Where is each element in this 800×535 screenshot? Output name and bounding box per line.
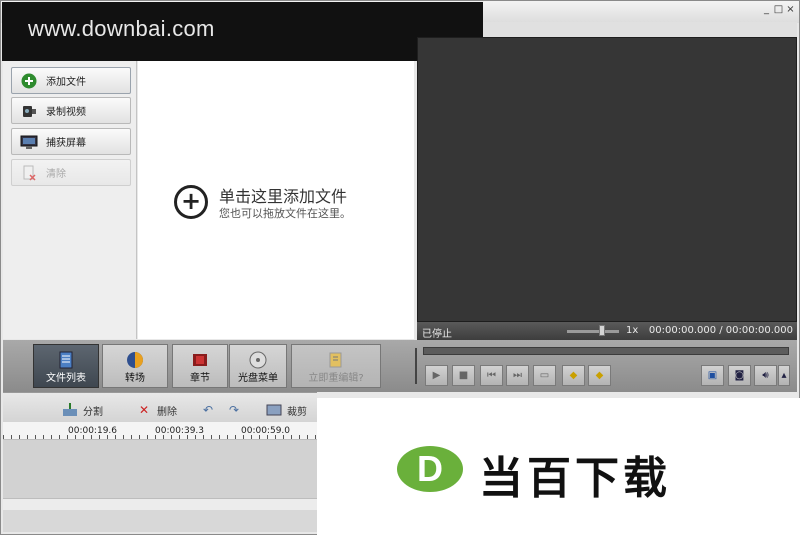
maximize-button[interactable]: □ <box>773 4 784 15</box>
plus-circle-icon <box>20 72 38 90</box>
sidebar: 添加文件 录制视频 捕获屏幕 清除 <box>3 61 137 339</box>
timeline-footer <box>3 510 317 532</box>
timeline-track[interactable] <box>3 440 317 498</box>
play-button[interactable]: ▶ <box>425 365 448 386</box>
mark-out-button[interactable]: ◆ <box>588 365 611 386</box>
fit-icon: ▣ <box>707 370 718 381</box>
clear-file-icon <box>20 164 38 182</box>
speed-value: 1x <box>626 325 639 336</box>
watermark-text: www.downbai.com <box>28 16 215 41</box>
capture-screen-button[interactable]: 捕获屏幕 <box>11 128 131 155</box>
crop-button[interactable]: 裁剪 <box>265 401 307 419</box>
speed-slider-handle[interactable] <box>599 325 605 336</box>
add-file-label: 添加文件 <box>46 77 86 88</box>
file-list-label: 文件列表 <box>46 373 86 384</box>
file-list-tab[interactable]: 文件列表 <box>33 344 99 388</box>
redo-icon: ↷ <box>228 403 240 417</box>
record-video-button[interactable]: 录制视频 <box>11 97 131 124</box>
mark-out-icon: ◆ <box>595 370 604 381</box>
stop-icon: ■ <box>458 370 469 381</box>
transition-tab[interactable]: 转场 <box>102 344 168 388</box>
split-label: 分割 <box>83 406 103 418</box>
drop-hint-subtitle: 您也可以拖放文件在这里。 <box>219 207 351 220</box>
re-edit-button[interactable]: 立即重编辑? <box>291 344 381 388</box>
transition-icon <box>126 351 144 369</box>
site-logo-watermark: D 当百下载 <box>317 398 800 535</box>
camcorder-icon <box>20 102 38 120</box>
snapshot-icon: ◙ <box>734 370 745 381</box>
clear-label: 清除 <box>46 169 66 180</box>
chapter-label: 章节 <box>190 373 210 384</box>
minimize-button[interactable]: _ <box>761 4 772 15</box>
transition-label: 转场 <box>125 373 145 384</box>
main-toolbar: 文件列表 转场 章节 光盘菜单 立即重编辑? <box>3 340 415 392</box>
undo-button[interactable]: ↶ <box>199 401 217 419</box>
drop-hint-title[interactable]: 单击这里添加文件 <box>219 183 347 207</box>
next-icon: ⏭ <box>513 370 522 381</box>
file-drop-area[interactable]: + 单击这里添加文件 您也可以拖放文件在这里。 <box>138 61 414 339</box>
volume-icon: 🔊︎ <box>762 370 769 381</box>
stop-button[interactable]: ■ <box>452 365 475 386</box>
re-edit-label: 立即重编辑? <box>308 373 364 384</box>
watermark-banner: www.downbai.com <box>2 2 483 61</box>
timeline-scrollbar[interactable] <box>3 498 317 510</box>
disc-menu-icon <box>249 351 267 369</box>
video-preview <box>417 37 797 322</box>
mark-in-icon: ◆ <box>569 370 578 381</box>
record-video-label: 录制视频 <box>46 107 86 118</box>
volume-button[interactable]: 🔊︎ <box>754 365 777 386</box>
disc-menu-label: 光盘菜单 <box>238 373 278 384</box>
ruler-ticks <box>3 435 317 439</box>
clip-icon: ▭ <box>539 370 550 381</box>
panel-divider <box>415 348 417 384</box>
chevron-up-icon: ▴ <box>781 370 787 381</box>
logo-text: 当百下载 <box>479 453 671 504</box>
delete-icon: ✕ <box>138 403 150 417</box>
add-file-button[interactable]: 添加文件 <box>11 67 131 94</box>
preview-status-bar: 已停止 1x 00:00:00.000 / 00:00:00.000 <box>417 322 797 340</box>
split-icon <box>61 401 79 419</box>
speed-slider[interactable] <box>567 330 619 333</box>
timeline-ruler[interactable]: 00:00:19.6 00:00:39.3 00:00:59.0 <box>3 422 317 440</box>
playback-status: 已停止 <box>422 329 452 340</box>
next-frame-button[interactable]: ⏭ <box>506 365 529 386</box>
logo-mark: D <box>397 446 463 492</box>
prev-icon: ⏮ <box>487 370 496 381</box>
clip-button[interactable]: ▭ <box>533 365 556 386</box>
close-button[interactable]: × <box>785 4 796 15</box>
capture-screen-label: 捕获屏幕 <box>46 138 86 149</box>
crop-label: 裁剪 <box>287 406 307 418</box>
undo-icon: ↶ <box>202 403 214 417</box>
snapshot-button[interactable]: ◙ <box>728 365 751 386</box>
chapter-icon <box>191 351 209 369</box>
file-list-icon <box>57 351 75 369</box>
disc-menu-tab[interactable]: 光盘菜单 <box>229 344 287 388</box>
volume-expand-button[interactable]: ▴ <box>778 365 790 386</box>
previous-frame-button[interactable]: ⏮ <box>480 365 503 386</box>
seek-bar[interactable] <box>423 347 789 355</box>
preview-header <box>483 22 797 37</box>
mark-in-button[interactable]: ◆ <box>562 365 585 386</box>
re-edit-icon <box>327 351 345 369</box>
time-readout: 00:00:00.000 / 00:00:00.000 <box>648 325 793 336</box>
play-icon: ▶ <box>432 370 441 381</box>
fit-button[interactable]: ▣ <box>701 365 724 386</box>
chapter-tab[interactable]: 章节 <box>172 344 228 388</box>
redo-button[interactable]: ↷ <box>225 401 243 419</box>
clear-button[interactable]: 清除 <box>11 159 131 186</box>
monitor-icon <box>20 133 38 151</box>
delete-button[interactable]: ✕ 删除 <box>135 401 177 419</box>
split-button[interactable]: 分割 <box>61 401 103 419</box>
timeline-toolbar: 分割 ✕ 删除 ↶ ↷ 裁剪 <box>3 392 317 422</box>
add-circle-icon[interactable]: + <box>174 185 208 219</box>
player-controls: ▶ ■ ⏮ ⏭ ▭ ◆ ◆ ▣ ◙ 🔊︎ ▴ <box>415 340 797 392</box>
crop-icon <box>265 401 283 419</box>
delete-label: 删除 <box>157 406 177 418</box>
